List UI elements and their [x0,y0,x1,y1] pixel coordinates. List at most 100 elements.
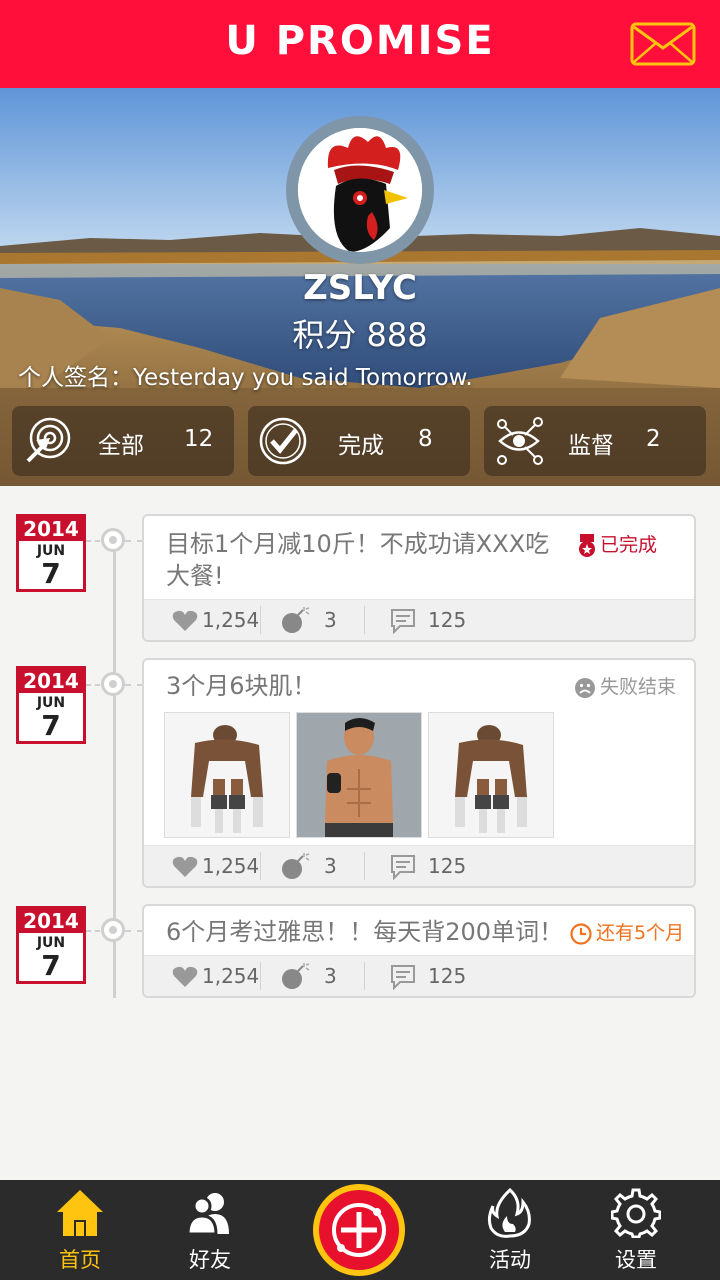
timeline-connector [125,684,143,686]
footer-divider [260,852,261,880]
rooster-avatar-image [298,128,422,252]
card-footer: 1,254 3 125 [144,955,694,996]
date-year: 2014 [19,517,83,541]
app-title: U PROMISE [225,18,495,64]
bomb-icon[interactable] [280,606,310,634]
nav-activity[interactable]: 活动 [460,1180,560,1280]
gear-icon [611,1188,661,1238]
date-day: 7 [41,949,61,982]
photo-thumbnail[interactable] [428,712,554,838]
promise-text: 目标1个月减10斤！不成功请XXX吃 大餐! [166,528,556,592]
athlete-photo [429,713,553,837]
nav-home-label: 首页 [59,1248,101,1272]
status-text: 还有5个月 [596,922,685,944]
comment-count: 125 [428,964,467,988]
heart-icon[interactable] [172,610,198,632]
like-count: 1,254 [202,854,260,878]
promise-text: 3个月6块肌！ [166,672,317,700]
card-footer: 1,254 3 125 [144,599,694,640]
add-promise-button[interactable] [313,1184,405,1276]
calendar-date-badge: 2014 JUN 7 [16,514,86,592]
footer-divider [364,606,365,634]
timeline-node [101,528,125,552]
status-badge: 失败结束 [574,672,676,699]
points-score: 积分 888 [292,316,428,354]
date-day: 7 [41,557,61,590]
user-avatar[interactable] [286,116,434,264]
nav-activity-label: 活动 [489,1248,531,1272]
home-icon [57,1190,103,1236]
photo-thumbnail[interactable] [164,712,290,838]
promise-text-line: 大餐! [166,562,224,590]
like-count: 1,254 [202,964,260,988]
add-promise-ring [319,1190,399,1270]
footer-divider [364,962,365,990]
sad-face-icon [575,677,595,698]
eye-network-icon [497,417,543,465]
promise-card[interactable]: 目标1个月减10斤！不成功请XXX吃 大餐! 已完成 1,254 3 125 [142,514,696,642]
like-count: 1,254 [202,608,260,632]
add-promise-icon [332,1203,386,1257]
comment-icon[interactable] [390,964,416,990]
stat-all-button[interactable]: 全部 12 [12,406,234,476]
stat-all-label: 全部 [98,433,144,459]
date-day: 7 [41,709,61,742]
target-arrow-icon [26,417,71,463]
footer-divider [260,606,261,634]
stat-done-count: 8 [418,426,433,452]
profile-banner: ZSLYC 积分 888 个人签名：Yesterday you said Tom… [0,88,720,486]
status-badge: 还有5个月 [570,918,684,945]
promise-text: 6个月考过雅思！！每天背200单词！ [166,918,564,946]
friends-icon [186,1193,229,1236]
bomb-icon[interactable] [280,852,310,880]
app-header: U PROMISE [0,0,720,88]
nav-settings[interactable]: 设置 [586,1180,686,1280]
stat-all-count: 12 [184,426,214,452]
card-footer: 1,254 3 125 [144,845,694,886]
calendar-date-badge: 2014 JUN 7 [16,906,86,984]
fitness-model-photo [297,713,421,837]
comment-icon[interactable] [390,608,416,634]
timeline-connector [125,930,143,932]
username: ZSLYC [303,268,417,308]
nav-friends-label: 好友 [189,1248,231,1272]
timeline-connector [86,684,100,686]
heart-icon[interactable] [172,966,198,988]
bomb-count: 3 [324,608,337,632]
stat-supervise-button[interactable]: 监督 2 [484,406,706,476]
athlete-photo [165,713,289,837]
promise-card[interactable]: 3个月6块肌！ 失败结束 1,254 3 125 [142,658,696,888]
nav-home[interactable]: 首页 [30,1180,130,1280]
nav-settings-label: 设置 [615,1248,657,1272]
stat-supervise-count: 2 [646,426,661,452]
bomb-count: 3 [324,964,337,988]
check-circle-icon [259,417,307,465]
timeline-connector [86,930,100,932]
status-text: 失败结束 [600,676,677,698]
status-text: 已完成 [600,534,658,556]
mail-icon[interactable] [630,22,696,66]
stat-supervise-label: 监督 [568,433,614,459]
bomb-count: 3 [324,854,337,878]
bomb-icon[interactable] [280,962,310,990]
status-badge: 已完成 [578,530,657,558]
timeline-connector [125,540,143,542]
timeline-node [101,918,125,942]
photo-thumbnail[interactable] [296,712,422,838]
bottom-nav: 首页 好友 活动 设置 [0,1180,720,1280]
footer-divider [260,962,261,990]
heart-icon[interactable] [172,856,198,878]
promise-text-line: 目标1个月减10斤！不成功请XXX吃 [166,530,550,558]
comment-icon[interactable] [390,854,416,880]
date-year: 2014 [19,669,83,693]
medal-icon [579,533,595,557]
nav-friends[interactable]: 好友 [160,1180,260,1280]
promise-card[interactable]: 6个月考过雅思！！每天背200单词！ 还有5个月 1,254 3 125 [142,904,696,998]
stat-done-label: 完成 [338,433,384,459]
stat-done-button[interactable]: 完成 8 [248,406,470,476]
calendar-date-badge: 2014 JUN 7 [16,666,86,744]
clock-icon [570,922,592,945]
flame-icon [487,1188,531,1238]
comment-count: 125 [428,608,467,632]
date-year: 2014 [19,909,83,933]
